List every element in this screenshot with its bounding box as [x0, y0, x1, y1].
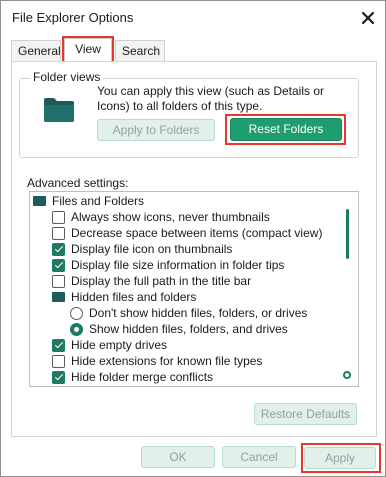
list-item-label: Decrease space between items (compact vi… [71, 226, 323, 240]
scrollbar-thumb[interactable] [346, 209, 349, 259]
advanced-settings-label: Advanced settings: [27, 176, 129, 190]
list-item-hide-merge-conflicts[interactable]: Hide folder merge conflicts [52, 369, 213, 385]
list-item-display-full-path[interactable]: Display the full path in the title bar [52, 273, 251, 289]
tab-view-label: View [75, 42, 101, 56]
list-item-display-file-icon[interactable]: Display file icon on thumbnails [52, 241, 232, 257]
tab-search-label: Search [122, 44, 161, 58]
folder-small-icon [52, 292, 65, 302]
radio-button[interactable] [70, 306, 83, 320]
apply-button[interactable]: Apply [304, 447, 376, 469]
list-item-hide-empty-drives[interactable]: Hide empty drives [52, 337, 167, 353]
reset-folders-button[interactable]: Reset Folders [230, 118, 342, 141]
list-item-decrease-space[interactable]: Decrease space between items (compact vi… [52, 225, 322, 241]
restore-defaults-button[interactable]: Restore Defaults [254, 403, 357, 425]
list-item-label: Display file size information in folder … [71, 258, 285, 272]
list-item-label: Files and Folders [52, 194, 145, 208]
list-item-label: Hide folder merge conflicts [71, 370, 214, 384]
list-item-display-file-size[interactable]: Display file size information in folder … [52, 257, 284, 273]
list-item-label: Display the full path in the title bar [71, 274, 252, 288]
list-item-show-hidden[interactable]: Show hidden files, folders, and drives [70, 321, 288, 337]
list-item-label: Always show icons, never thumbnails [71, 210, 270, 224]
checkbox-checked[interactable] [52, 370, 65, 384]
checkbox-checked[interactable] [52, 258, 65, 272]
file-explorer-options-dialog: File Explorer Options General Search Vie… [0, 0, 386, 477]
list-item-label: Display file icon on thumbnails [71, 242, 233, 256]
cancel-button[interactable]: Cancel [222, 446, 296, 468]
checkbox[interactable] [52, 274, 65, 288]
list-item-hide-extensions[interactable]: Hide extensions for known file types [52, 353, 262, 369]
radio-button-selected[interactable] [70, 322, 83, 336]
checkbox-checked[interactable] [52, 338, 65, 352]
title-bar: File Explorer Options [1, 1, 385, 35]
ok-button[interactable]: OK [141, 446, 215, 468]
close-icon [362, 12, 374, 24]
folder-views-description: You can apply this view (such as Details… [97, 84, 325, 113]
list-item-files-and-folders: Files and Folders [33, 193, 144, 209]
folder-icon [44, 98, 74, 122]
list-item-label: Hidden files and folders [71, 290, 197, 304]
list-item-label: Don't show hidden files, folders, or dri… [89, 306, 308, 320]
list-item-always-show-icons[interactable]: Always show icons, never thumbnails [52, 209, 270, 225]
list-item-label: Hide extensions for known file types [71, 354, 263, 368]
tab-search[interactable]: Search [115, 40, 165, 61]
list-item-hidden-files-folders: Hidden files and folders [52, 289, 196, 305]
close-button[interactable] [357, 8, 379, 28]
scroll-down-indicator-icon[interactable] [343, 371, 351, 379]
tab-general-label: General [18, 44, 61, 58]
checkbox[interactable] [52, 226, 65, 240]
checkbox[interactable] [52, 210, 65, 224]
tab-view[interactable]: View [64, 38, 112, 62]
list-item-label: Show hidden files, folders, and drives [89, 322, 288, 336]
folder-small-icon [33, 196, 46, 206]
list-item-label: Hide empty drives [71, 338, 168, 352]
folder-views-legend: Folder views [30, 70, 104, 84]
tab-general[interactable]: General [11, 40, 61, 61]
window-title: File Explorer Options [12, 10, 134, 25]
checkbox[interactable] [52, 354, 65, 368]
list-item-dont-show-hidden[interactable]: Don't show hidden files, folders, or dri… [70, 305, 307, 321]
tab-strip: General Search View [11, 36, 375, 63]
apply-to-folders-button[interactable]: Apply to Folders [97, 119, 215, 141]
checkbox-checked[interactable] [52, 242, 65, 256]
